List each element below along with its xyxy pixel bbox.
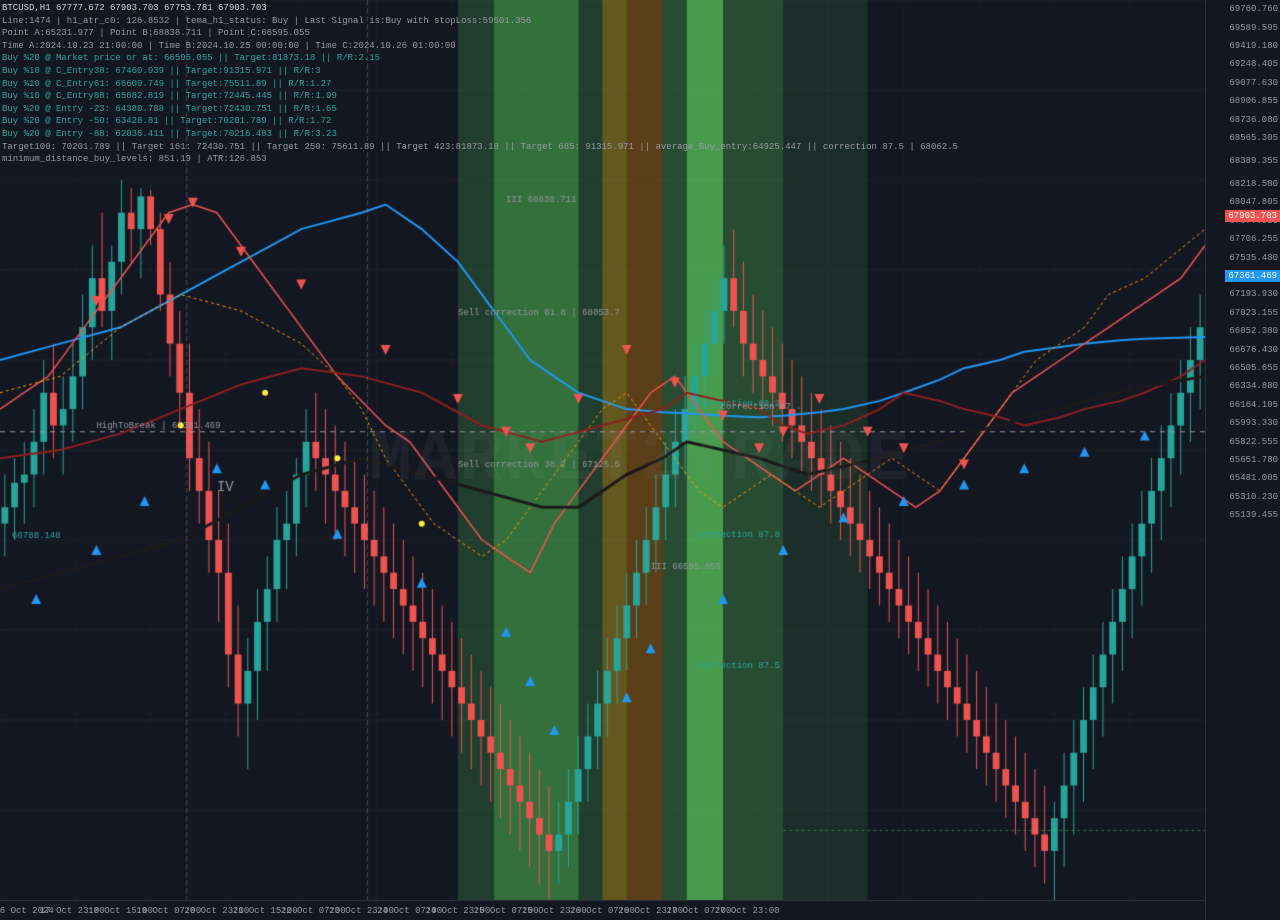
price-axis: 69760.760 69589.595 69419.180 69248.405 6907… [1205, 0, 1280, 920]
price-label: 68218.580 [1229, 179, 1278, 189]
price-label: 68389.355 [1229, 156, 1278, 166]
price-label: 65481.005 [1229, 473, 1278, 483]
price-label: 66852.380 [1229, 326, 1278, 336]
price-label: 66164.105 [1229, 400, 1278, 410]
price-label: 65139.455 [1229, 510, 1278, 520]
price-label: 68565.305 [1229, 133, 1278, 143]
price-label: 69077.630 [1229, 78, 1278, 88]
price-label: 68906.855 [1229, 96, 1278, 106]
price-label: 69419.180 [1229, 41, 1278, 51]
price-label: 68047.805 [1229, 197, 1278, 207]
price-label: 67535.480 [1229, 253, 1278, 263]
watermark: MARKET2TRADE [369, 419, 911, 501]
price-label: 66505.655 [1229, 363, 1278, 373]
price-label: 66676.430 [1229, 345, 1278, 355]
price-label: 69760.760 [1229, 4, 1278, 14]
chart-container: MARKET2TRADE BTCUSD,H1 67777.672 67903.7… [0, 0, 1280, 920]
time-axis: 16 Oct 202417 Oct 23:0018 Oct 15:0019 Oc… [0, 900, 1205, 920]
time-label: 27 Oct 23:00 [715, 906, 780, 916]
price-label: 65822.555 [1229, 437, 1278, 447]
price-label: 65310.230 [1229, 492, 1278, 502]
price-label: 65993.330 [1229, 418, 1278, 428]
current-price-label: 67903.703 [1225, 210, 1280, 222]
price-label: 69589.595 [1229, 23, 1278, 33]
price-label: 68736.080 [1229, 115, 1278, 125]
price-label: 69248.405 [1229, 59, 1278, 69]
price-label: 67706.255 [1229, 234, 1278, 244]
price-label: 67023.155 [1229, 308, 1278, 318]
price-label: 67193.930 [1229, 289, 1278, 299]
price-label: 66334.880 [1229, 381, 1278, 391]
price-label: 65651.780 [1229, 455, 1278, 465]
price-label: 67361.469 [1225, 270, 1280, 282]
